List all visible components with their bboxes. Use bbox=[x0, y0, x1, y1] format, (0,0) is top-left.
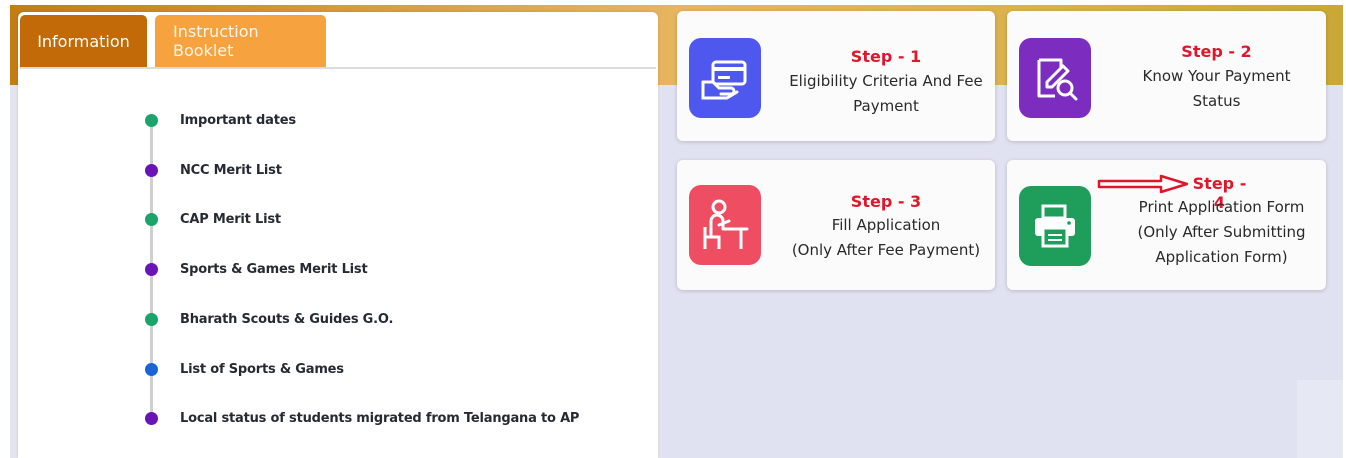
timeline-dot bbox=[145, 163, 158, 177]
timeline-item-cap-merit-list[interactable]: CAP Merit List bbox=[145, 209, 281, 229]
step-3-description: Fill Application (Only After Fee Payment… bbox=[777, 213, 995, 263]
step-2-card[interactable]: Step - 2 Know Your Payment Status bbox=[1007, 11, 1326, 141]
step-2-line-1: Know Your Payment bbox=[1142, 67, 1291, 85]
step-4-line-3: Application Form) bbox=[1155, 248, 1288, 266]
step-1-line-1: Eligibility Criteria And Fee bbox=[789, 72, 983, 90]
timeline-dot bbox=[145, 212, 158, 226]
timeline-dot bbox=[145, 312, 158, 326]
step-2-title: Step - 2 bbox=[1181, 42, 1252, 61]
step-2-line-2: Status bbox=[1192, 92, 1241, 110]
timeline-item-list-of-sports[interactable]: List of Sports & Games bbox=[145, 359, 344, 379]
printer-icon bbox=[1019, 186, 1091, 266]
timeline-item-important-dates[interactable]: Important dates bbox=[145, 110, 296, 130]
timeline-dot bbox=[145, 362, 158, 376]
tab-information[interactable]: Information bbox=[20, 15, 147, 67]
step-3-title: Step - 3 bbox=[850, 192, 922, 211]
step-3-line-1: Fill Application bbox=[831, 216, 941, 234]
timeline-link[interactable]: Bharath Scouts & Guides G.O. bbox=[180, 312, 393, 327]
timeline-item-ncc-merit-list[interactable]: NCC Merit List bbox=[145, 160, 282, 180]
timeline-item-sports-games-merit-list[interactable]: Sports & Games Merit List bbox=[145, 259, 368, 279]
background-strip bbox=[1297, 380, 1343, 458]
arrow-right-icon bbox=[1097, 174, 1189, 194]
step-4-description: Print Application Form (Only After Submi… bbox=[1127, 195, 1316, 270]
tab-instruction-booklet[interactable]: Instruction Booklet bbox=[155, 15, 326, 67]
step-3-line-2: (Only After Fee Payment) bbox=[791, 241, 981, 259]
timeline-link[interactable]: List of Sports & Games bbox=[180, 362, 344, 377]
step-4-line-2: (Only After Submitting bbox=[1137, 223, 1306, 241]
timeline-item-local-status[interactable]: Local status of students migrated from T… bbox=[145, 408, 579, 428]
timeline-link[interactable]: CAP Merit List bbox=[180, 212, 281, 227]
timeline-item-bharath-scouts[interactable]: Bharath Scouts & Guides G.O. bbox=[145, 309, 393, 329]
step-4-line-1: Print Application Form bbox=[1138, 198, 1305, 216]
timeline-link[interactable]: NCC Merit List bbox=[180, 163, 282, 178]
panel-tabs: Information Instruction Booklet bbox=[20, 15, 326, 67]
timeline-link[interactable]: Important dates bbox=[180, 113, 296, 128]
step-1-description: Eligibility Criteria And Fee Payment bbox=[777, 69, 995, 119]
tab-divider bbox=[20, 67, 656, 69]
step-1-title: Step - 1 bbox=[850, 47, 922, 66]
timeline-dot bbox=[145, 113, 158, 127]
student-desk-icon bbox=[689, 185, 761, 265]
timeline-link[interactable]: Local status of students migrated from T… bbox=[180, 411, 579, 426]
step-3-card[interactable]: Step - 3 Fill Application (Only After Fe… bbox=[677, 160, 995, 290]
timeline-link[interactable]: Sports & Games Merit List bbox=[180, 262, 368, 277]
step-1-line-2: Payment bbox=[853, 97, 919, 115]
information-panel: Information Instruction Booklet Importan… bbox=[18, 12, 658, 458]
step-2-description: Know Your Payment Status bbox=[1107, 64, 1326, 114]
step-1-card[interactable]: Step - 1 Eligibility Criteria And Fee Pa… bbox=[677, 11, 995, 141]
timeline-dot bbox=[145, 411, 158, 425]
payment-card-icon bbox=[689, 38, 761, 118]
document-search-icon bbox=[1019, 38, 1091, 118]
step-4-card[interactable]: Step - 4 Print Application Form (Only Af… bbox=[1007, 160, 1326, 290]
timeline-dot bbox=[145, 262, 158, 276]
